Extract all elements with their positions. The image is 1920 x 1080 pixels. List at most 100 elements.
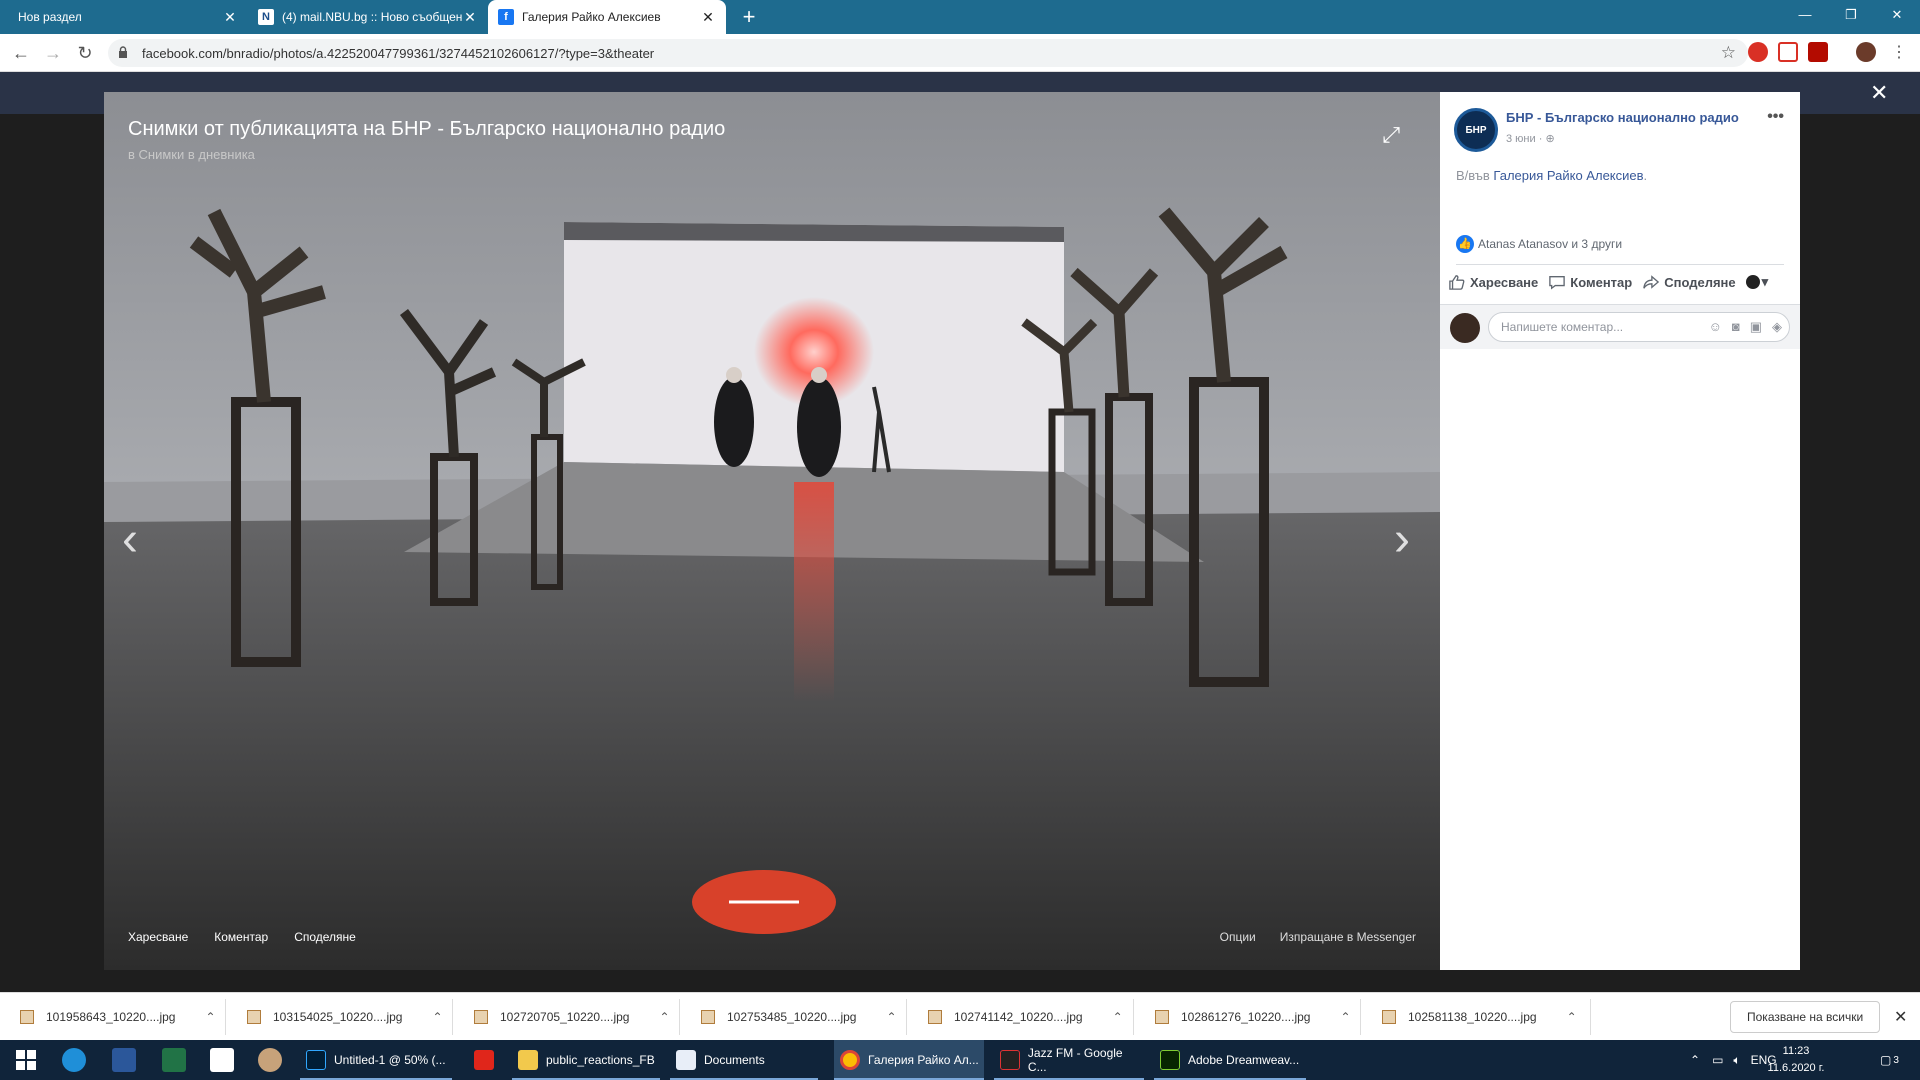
download-item[interactable]: 102581138_10220....jpg ⌃ — [1382, 993, 1577, 1041]
audience-selector[interactable]: ▾ — [1745, 274, 1769, 290]
chevron-up-icon[interactable]: ⌃ — [205, 1010, 215, 1024]
word-icon[interactable] — [112, 1048, 136, 1072]
network-icon[interactable]: ▭ — [1712, 1053, 1723, 1067]
post-date[interactable]: 3 юни · ⊕ — [1506, 132, 1555, 145]
close-icon[interactable]: ✕ — [700, 9, 716, 26]
divider — [1133, 999, 1134, 1035]
more-options-icon[interactable]: ••• — [1767, 108, 1784, 126]
new-tab-button[interactable]: + — [736, 4, 762, 30]
taskbar-app-chrome-gallery[interactable]: Галерия Райко Ал... — [834, 1040, 984, 1080]
url-text: facebook.com/bnradio/photos/a.4225200477… — [142, 46, 655, 61]
download-item[interactable]: 102861276_10220....jpg ⌃ — [1155, 993, 1351, 1041]
address-bar[interactable]: facebook.com/bnradio/photos/a.4225200477… — [108, 39, 1748, 67]
notification-center[interactable]: ▢ 3 — [1880, 1040, 1899, 1080]
image-file-icon — [701, 1010, 715, 1024]
notepad-icon[interactable] — [210, 1048, 234, 1072]
close-icon[interactable]: ✕ — [462, 9, 478, 26]
globe-icon: · ⊕ — [1538, 133, 1555, 145]
bookmark-star-icon[interactable]: ☆ — [1721, 43, 1736, 63]
download-item[interactable]: 103154025_10220....jpg ⌃ — [247, 993, 443, 1041]
photoshop-icon — [306, 1050, 326, 1070]
chevron-down-icon: ▾ — [1761, 274, 1769, 289]
reload-button[interactable]: ↻ — [72, 40, 98, 66]
download-item[interactable]: 102720705_10220....jpg ⌃ — [474, 993, 670, 1041]
next-arrow-icon[interactable]: › — [1394, 512, 1410, 567]
taskbar-app-photoshop[interactable]: Untitled-1 @ 50% (... — [300, 1040, 452, 1080]
divider — [679, 999, 680, 1035]
taskbar-app-label: public_reactions_FB — [546, 1053, 655, 1067]
excel-icon[interactable] — [162, 1048, 186, 1072]
comment-button[interactable]: Коментар — [214, 930, 268, 944]
browser-icon[interactable] — [258, 1048, 282, 1072]
downloads-bar: 101958643_10220....jpg ⌃ 103154025_10220… — [0, 992, 1920, 1040]
panel-like-button[interactable]: Харесване — [1448, 274, 1538, 290]
menu-icon[interactable]: ⋮ — [1886, 40, 1912, 66]
extension-adblock-icon[interactable] — [1748, 42, 1768, 62]
close-icon[interactable]: ✕ — [222, 9, 238, 26]
extension-pdf-icon[interactable] — [1808, 42, 1828, 62]
taskbar-app-documents[interactable]: Documents — [670, 1040, 818, 1080]
close-window-button[interactable]: ✕ — [1874, 0, 1920, 30]
send-messenger-link[interactable]: Изпращане в Messenger — [1280, 930, 1416, 944]
chevron-up-icon[interactable]: ⌃ — [1567, 1010, 1577, 1024]
like-reaction-icon: 👍 — [1456, 235, 1474, 253]
like-button[interactable]: Харесване — [128, 930, 188, 944]
emoji-icon[interactable]: ☺ — [1709, 319, 1722, 335]
photo-action-bar: Харесване Коментар Споделяне Опции Изпра… — [104, 904, 1440, 970]
previous-arrow-icon[interactable]: ‹ — [122, 512, 138, 567]
options-link[interactable]: Опции — [1220, 930, 1256, 944]
camera-icon[interactable]: ◙ — [1732, 319, 1740, 335]
download-item[interactable]: 102753485_10220....jpg ⌃ — [701, 993, 897, 1041]
extension-pocket-icon[interactable] — [1778, 42, 1798, 62]
chevron-up-icon[interactable]: ⌃ — [1340, 1010, 1350, 1024]
tab-gallery[interactable]: f Галерия Райко Алексиев ✕ — [488, 0, 726, 34]
download-item[interactable]: 102741142_10220....jpg ⌃ — [928, 993, 1123, 1041]
gallery-photo — [104, 92, 1440, 970]
windows-start-icon[interactable] — [14, 1048, 38, 1072]
taskbar-app-jazzfm[interactable]: Jazz FM - Google C... — [994, 1040, 1144, 1080]
edge-icon[interactable] — [62, 1048, 86, 1072]
taskbar-app-label: Documents — [704, 1053, 765, 1067]
page-avatar[interactable]: БНР — [1454, 108, 1498, 152]
taskbar-app-acrobat[interactable] — [468, 1040, 506, 1080]
close-icon[interactable]: ✕ — [1894, 1007, 1907, 1027]
divider — [225, 999, 226, 1035]
chrome-icon — [840, 1050, 860, 1070]
minimize-button[interactable]: — — [1782, 0, 1828, 30]
close-theater-button[interactable]: ✕ — [1870, 80, 1888, 106]
chevron-up-icon[interactable]: ⌃ — [1113, 1010, 1123, 1024]
taskbar-app-explorer[interactable]: public_reactions_FB — [512, 1040, 660, 1080]
dreamweaver-icon — [1160, 1050, 1180, 1070]
volume-icon[interactable]: 🔈︎ — [1733, 1053, 1740, 1068]
tab-mail[interactable]: N (4) mail.NBU.bg :: Ново съобщение ✕ — [248, 0, 488, 34]
taskbar-app-dreamweaver[interactable]: Adobe Dreamweav... — [1154, 1040, 1306, 1080]
download-item[interactable]: 101958643_10220....jpg ⌃ — [20, 993, 216, 1041]
browser-tab-strip: Нов раздел ✕ N (4) mail.NBU.bg :: Ново с… — [0, 0, 1920, 34]
show-all-downloads-button[interactable]: Показване на всички — [1730, 1001, 1881, 1033]
gif-icon[interactable]: ▣ — [1750, 319, 1762, 335]
panel-comment-button[interactable]: Коментар — [1548, 274, 1632, 290]
chevron-up-icon[interactable]: ⌃ — [432, 1010, 442, 1024]
location-link[interactable]: Галерия Райко Алексиев — [1493, 168, 1643, 183]
back-button[interactable]: ← — [8, 40, 34, 66]
profile-avatar[interactable] — [1856, 42, 1876, 62]
panel-share-button[interactable]: Споделяне — [1642, 274, 1736, 290]
expand-icon[interactable]: ⤢ — [1382, 122, 1400, 148]
chevron-up-icon[interactable]: ⌃ — [1690, 1053, 1700, 1067]
browser-toolbar: ← → ↻ facebook.com/bnradio/photos/a.4225… — [0, 34, 1920, 72]
page-name-link[interactable]: БНР - Българско национално радио — [1506, 110, 1739, 125]
share-button[interactable]: Споделяне — [294, 930, 356, 944]
photo-album-link[interactable]: в Снимки в дневника — [128, 147, 255, 162]
user-avatar[interactable] — [1450, 313, 1480, 343]
divider — [1456, 264, 1784, 265]
chevron-up-icon[interactable]: ⌃ — [659, 1010, 669, 1024]
sticker-icon[interactable]: ◈ — [1772, 319, 1782, 335]
tab-new[interactable]: Нов раздел ✕ — [8, 0, 248, 34]
taskbar-clock[interactable]: 11:23 11.6.2020 г. — [1756, 1043, 1836, 1077]
reactions-summary[interactable]: 👍 Atanas Atanasov и 3 други — [1456, 235, 1622, 253]
download-filename: 102861276_10220....jpg — [1181, 1010, 1311, 1024]
chevron-up-icon[interactable]: ⌃ — [886, 1010, 896, 1024]
restore-button[interactable]: ❐ — [1828, 0, 1874, 30]
share-label: Споделяне — [294, 930, 356, 944]
forward-button[interactable]: → — [40, 40, 66, 66]
